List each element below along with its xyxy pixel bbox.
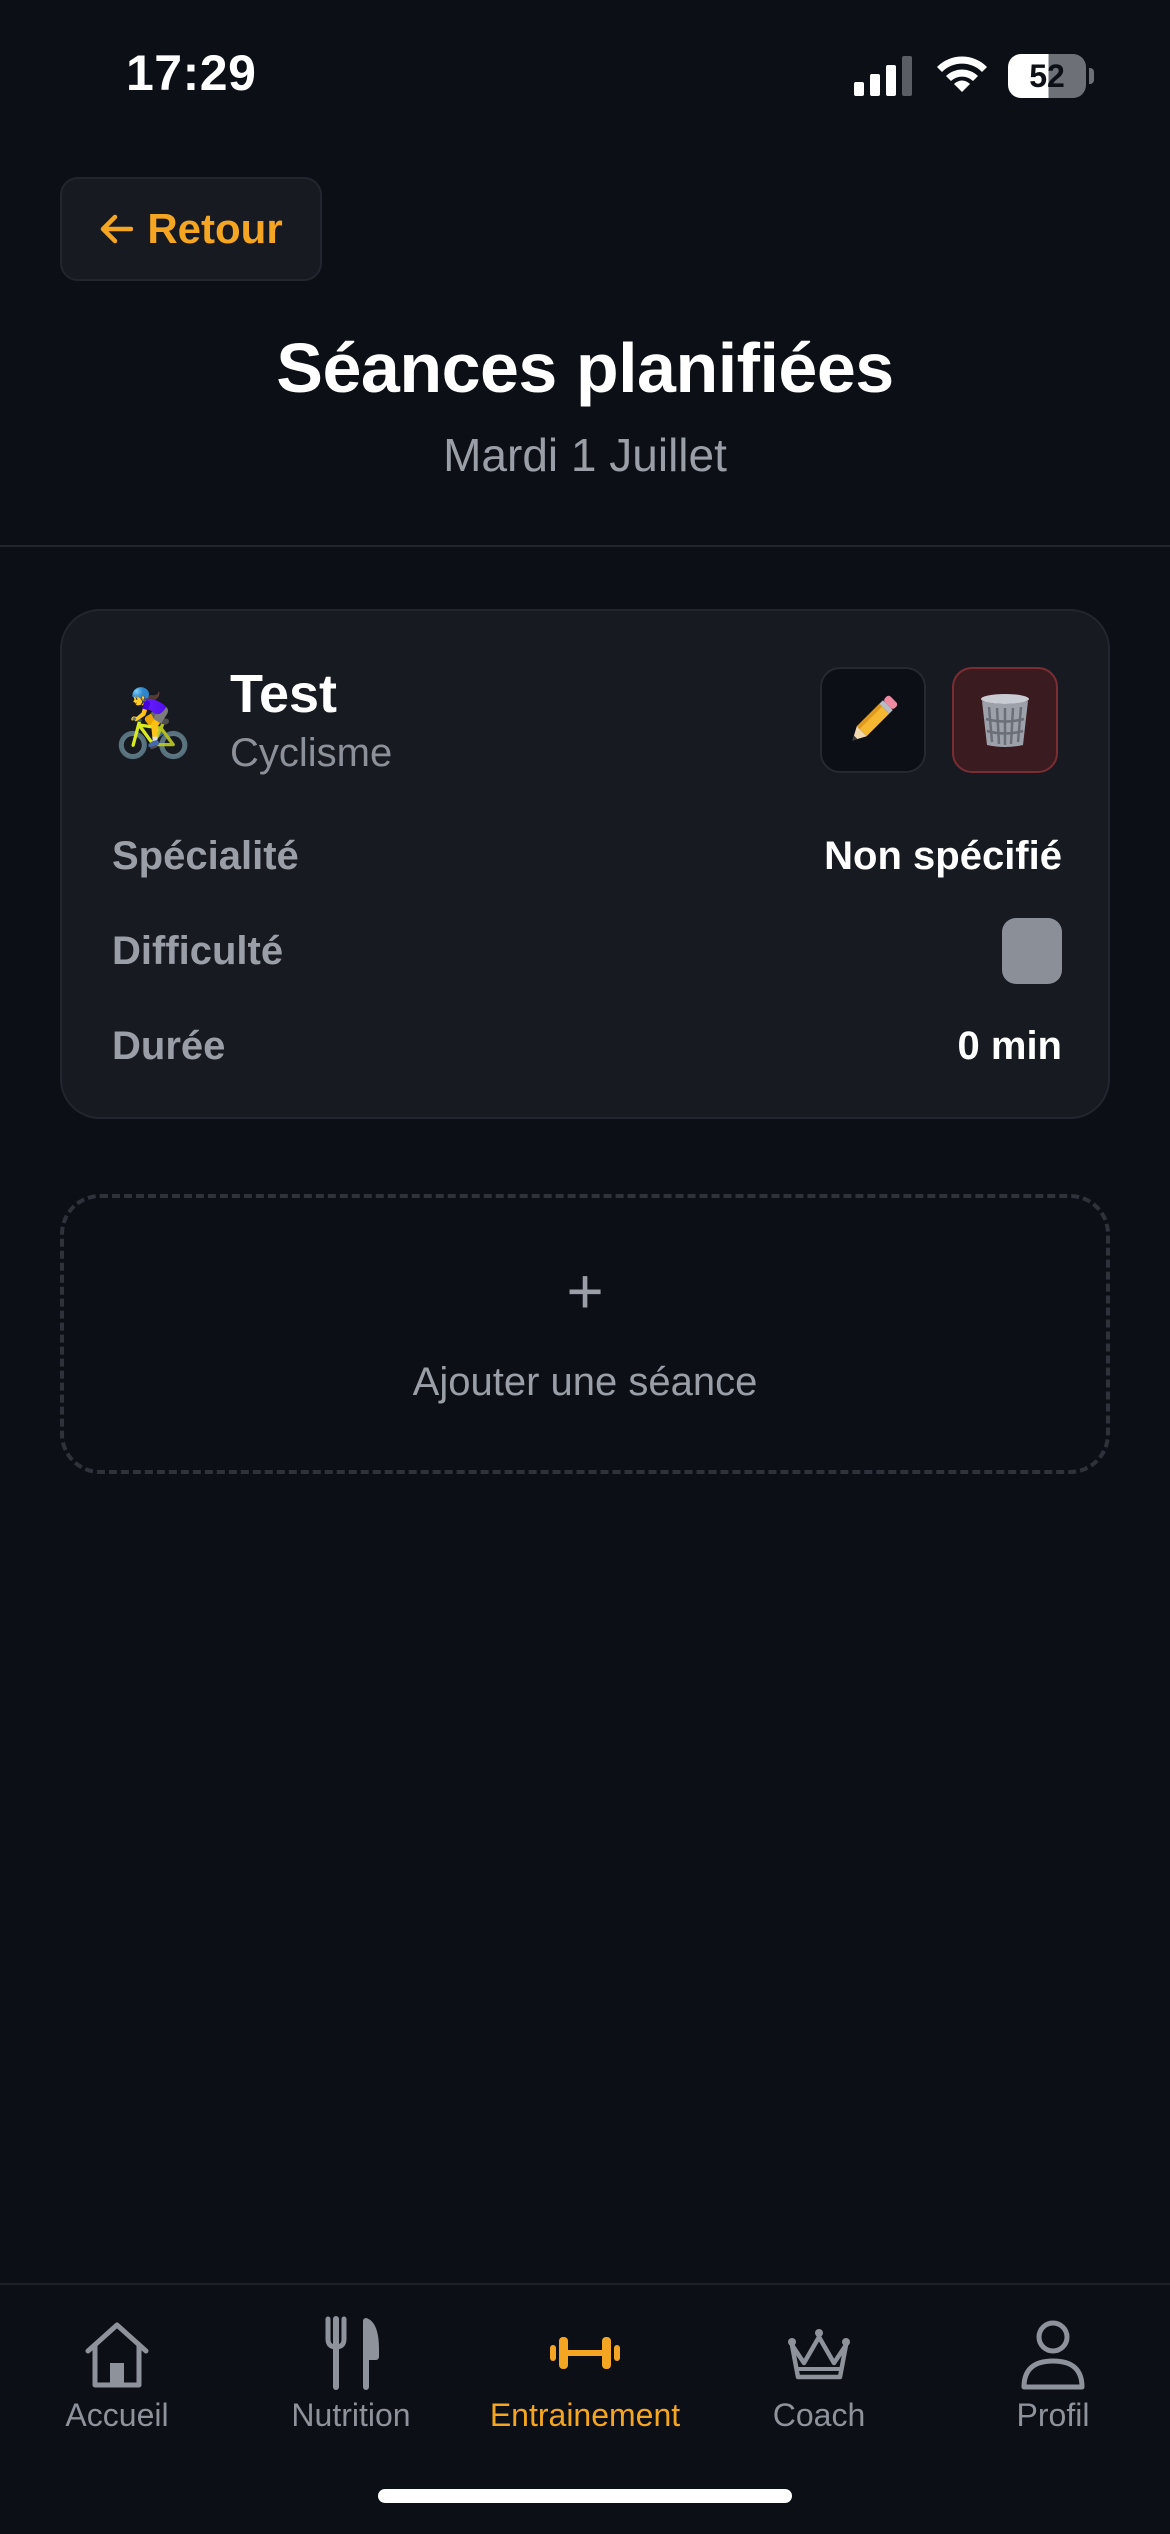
status-bar: 17:29 52 (0, 0, 1170, 150)
difficulty-indicator (1002, 918, 1062, 984)
difficulte-row: Difficulté (112, 918, 1062, 984)
difficulte-label: Difficulté (112, 928, 284, 973)
header-divider (0, 545, 1170, 547)
signal-icon (854, 56, 912, 96)
home-indicator[interactable] (378, 2489, 792, 2503)
pencil-icon (852, 695, 898, 741)
duree-row: Durée 0 min (112, 1016, 1062, 1076)
duree-value: 0 min (957, 1023, 1062, 1068)
nav-item-entrainement[interactable]: Entrainement (468, 2299, 702, 2449)
session-card[interactable]: 🚴‍♀️ Test Cyclisme Spécialité Non spécif… (60, 609, 1110, 1119)
nav-label-coach: Coach (772, 2397, 866, 2433)
add-session-label: Ajouter une séance (412, 1360, 758, 1404)
nav-label-profil: Profil (1016, 2397, 1090, 2433)
back-label: Retour (147, 205, 283, 252)
wifi-icon (937, 56, 987, 92)
arrow-left-icon (101, 214, 134, 244)
nav-item-nutrition[interactable]: Nutrition (234, 2299, 468, 2449)
nav-item-accueil[interactable]: Accueil (0, 2299, 234, 2449)
duree-label: Durée (112, 1023, 226, 1068)
nav-label-accueil: Accueil (65, 2397, 169, 2433)
home-icon (85, 2322, 149, 2388)
page-title: Séances planifiées (276, 329, 894, 407)
specialite-value: Non spécifié (824, 833, 1062, 878)
cyclist-icon: 🚴‍♀️ (112, 686, 195, 760)
specialite-label: Spécialité (112, 833, 299, 878)
status-time: 17:29 (126, 45, 257, 101)
battery-level: 52 (1029, 58, 1065, 94)
edit-button[interactable] (820, 667, 926, 773)
back-button[interactable]: Retour (60, 177, 322, 281)
fork-knife-icon (325, 2316, 379, 2390)
battery-icon: 52 (1008, 54, 1094, 100)
trash-icon (981, 694, 1029, 747)
plus-icon: + (566, 1255, 604, 1327)
nav-label-nutrition: Nutrition (291, 2397, 411, 2433)
nav-label-entrainement: Entrainement (489, 2397, 681, 2433)
specialite-row: Spécialité Non spécifié (112, 826, 1062, 886)
session-type: Cyclisme (230, 731, 393, 775)
delete-button[interactable] (952, 667, 1058, 773)
nav-item-coach[interactable]: Coach (702, 2299, 936, 2449)
page-date: Mardi 1 Juillet (443, 429, 727, 481)
dumbbell-icon (550, 2337, 620, 2369)
crown-icon (788, 2329, 850, 2380)
session-name: Test (230, 664, 338, 724)
nav-item-profil[interactable]: Profil (936, 2299, 1170, 2449)
user-icon (1021, 2320, 1085, 2390)
add-session-button[interactable]: + Ajouter une séance (60, 1194, 1110, 1474)
battery-tip (1089, 68, 1094, 84)
